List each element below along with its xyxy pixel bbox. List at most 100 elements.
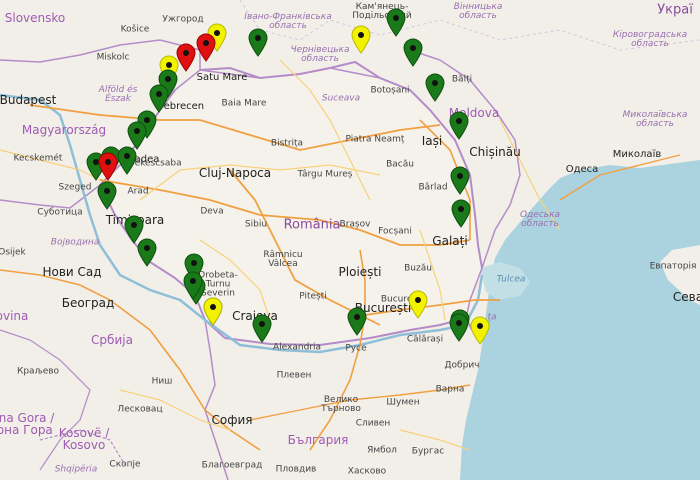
map-label-odeska: Одеська область: [519, 210, 561, 229]
map-label-ploiesti: Ploiești: [338, 265, 382, 279]
map-label-sevastopol: Сева: [672, 290, 700, 304]
map-marker-green[interactable]: [116, 145, 138, 175]
map-label-alfold: Alföld és Észak: [98, 85, 138, 104]
map-pin-icon: [248, 28, 268, 57]
map-canvas[interactable]: Slovensko Košice Ужгород Івано-Франківська …: [0, 0, 700, 480]
map-pin-icon: [196, 33, 216, 62]
map-marker-green[interactable]: [136, 237, 158, 267]
map-marker-green[interactable]: [450, 198, 472, 228]
map-label-ruse: Русе: [345, 343, 367, 354]
map-marker-green[interactable]: [251, 313, 273, 343]
map-marker-green[interactable]: [96, 180, 118, 210]
map-label-dobrich: Добрич: [444, 360, 480, 371]
map-label-novisad: Нови Сад: [42, 265, 102, 279]
map-label-budapest: Budapest: [0, 93, 57, 107]
map-label-ramnicu: Râmnicu Vâlcea: [263, 250, 303, 269]
map-label-sofia: София: [211, 413, 253, 427]
map-marker-green[interactable]: [449, 165, 471, 195]
map-marker-green[interactable]: [346, 306, 368, 336]
map-label-mykolaivska: Миколаївська область: [622, 110, 688, 129]
map-label-blagoevgrad: Благоевград: [201, 460, 263, 471]
map-label-skopje: Скопје: [109, 459, 141, 470]
map-label-yambol: Ямбол: [367, 445, 397, 456]
map-label-suceava: Suceava: [321, 93, 361, 104]
border-bg-west: [204, 319, 229, 480]
map-label-botosani: Botoșani: [370, 85, 410, 96]
map-label-varna: Варна: [435, 384, 465, 395]
map-label-sibiu: Sibiu: [244, 219, 268, 230]
map-label-pleven: Плевен: [276, 370, 312, 381]
map-pin-icon: [403, 38, 423, 67]
map-label-balti: Bălți: [451, 74, 473, 85]
map-label-vinnytska: Вінницька область: [453, 2, 503, 21]
map-label-barlad: Bârlad: [418, 182, 448, 193]
map-pin-icon: [449, 111, 469, 140]
map-label-subotica: Суботица: [37, 207, 83, 218]
map-marker-green[interactable]: [247, 27, 269, 57]
map-label-plovdiv: Пловдив: [275, 464, 317, 475]
map-label-kirovohrad: Кіровоградська область: [612, 30, 688, 49]
map-marker-green[interactable]: [182, 270, 204, 300]
map-marker-yellow[interactable]: [407, 289, 429, 319]
map-label-evpatoriia: Евпаторія: [649, 261, 697, 272]
map-pin-icon: [449, 313, 469, 342]
map-label-kosice: Košice: [120, 24, 150, 35]
map-pin-icon: [117, 146, 137, 175]
map-marker-green[interactable]: [448, 110, 470, 140]
map-pin-icon: [386, 8, 406, 37]
map-label-beograd: Београд: [61, 296, 115, 310]
map-label-shqiperia: Shqipëria: [54, 464, 98, 475]
map-pin-icon: [351, 25, 371, 54]
map-label-alexandria: Alexandria: [272, 342, 322, 353]
map-label-magyar: Magyarország: [21, 123, 107, 137]
map-label-cluj: Cluj-Napoca: [198, 166, 272, 180]
map-pin-icon: [451, 199, 471, 228]
map-label-piatra: Piatra Neamț: [345, 134, 405, 145]
map-marker-red[interactable]: [195, 32, 217, 62]
map-marker-yellow[interactable]: [202, 296, 224, 326]
map-label-mykolaiv: Миколаїв: [612, 149, 662, 160]
map-label-bistrita: Bistrița: [270, 138, 304, 149]
map-pin-icon: [183, 271, 203, 300]
map-label-focsani: Focșani: [378, 226, 412, 237]
map-pin-icon: [347, 307, 367, 336]
map-label-slovensko: Slovensko: [4, 11, 66, 25]
map-label-vojvodina: Војводина: [50, 237, 100, 248]
map-marker-yellow[interactable]: [350, 24, 372, 54]
map-marker-yellow[interactable]: [469, 315, 491, 345]
map-marker-green[interactable]: [402, 37, 424, 67]
map-label-shumen: Шумен: [386, 397, 420, 408]
map-label-bulgaria: България: [287, 433, 349, 447]
map-label-miskolc: Miskolc: [96, 52, 130, 63]
map-label-szeged: Szeged: [58, 182, 92, 193]
map-label-targu: Târgu Mureș: [297, 169, 353, 180]
map-label-arad: Arad: [127, 186, 149, 197]
map-pin-icon: [425, 73, 445, 102]
map-label-tulcea: Tulcea: [496, 274, 526, 285]
map-label-srbija: Србија: [91, 333, 133, 347]
map-label-burgas: Бургас: [411, 446, 445, 457]
map-label-leskovac: Лесковац: [117, 404, 163, 415]
map-label-calarasi: Călărași: [406, 334, 444, 345]
map-label-crnagora: Crna Gora / Црна Гора: [0, 411, 55, 437]
map-label-osijek: Osijek: [0, 247, 26, 258]
map-label-bacau: Bacău: [386, 159, 414, 170]
map-label-buzau: Buzău: [404, 263, 432, 274]
map-label-odesa: Одеса: [565, 164, 599, 175]
map-marker-green[interactable]: [424, 72, 446, 102]
map-marker-green[interactable]: [448, 312, 470, 342]
map-label-satu: Satu Mare: [196, 72, 248, 83]
map-label-pitesti: Pitești: [299, 291, 327, 302]
map-label-nis: Ниш: [151, 376, 173, 387]
map-pin-icon: [97, 181, 117, 210]
map-pin-icon: [137, 238, 157, 267]
map-label-haskovo: Хасково: [347, 466, 387, 477]
map-marker-green[interactable]: [385, 7, 407, 37]
map-label-uzhorod: Ужгород: [162, 14, 204, 25]
map-label-kosovo: Kosovë / Kosovo: [58, 426, 110, 452]
map-pin-icon: [470, 316, 490, 345]
map-label-ukraina: Украї: [657, 2, 693, 18]
map-label-kraljevo: Краљево: [16, 366, 60, 377]
map-label-deva: Deva: [200, 206, 224, 217]
map-label-brasov: Brașov: [339, 219, 371, 230]
